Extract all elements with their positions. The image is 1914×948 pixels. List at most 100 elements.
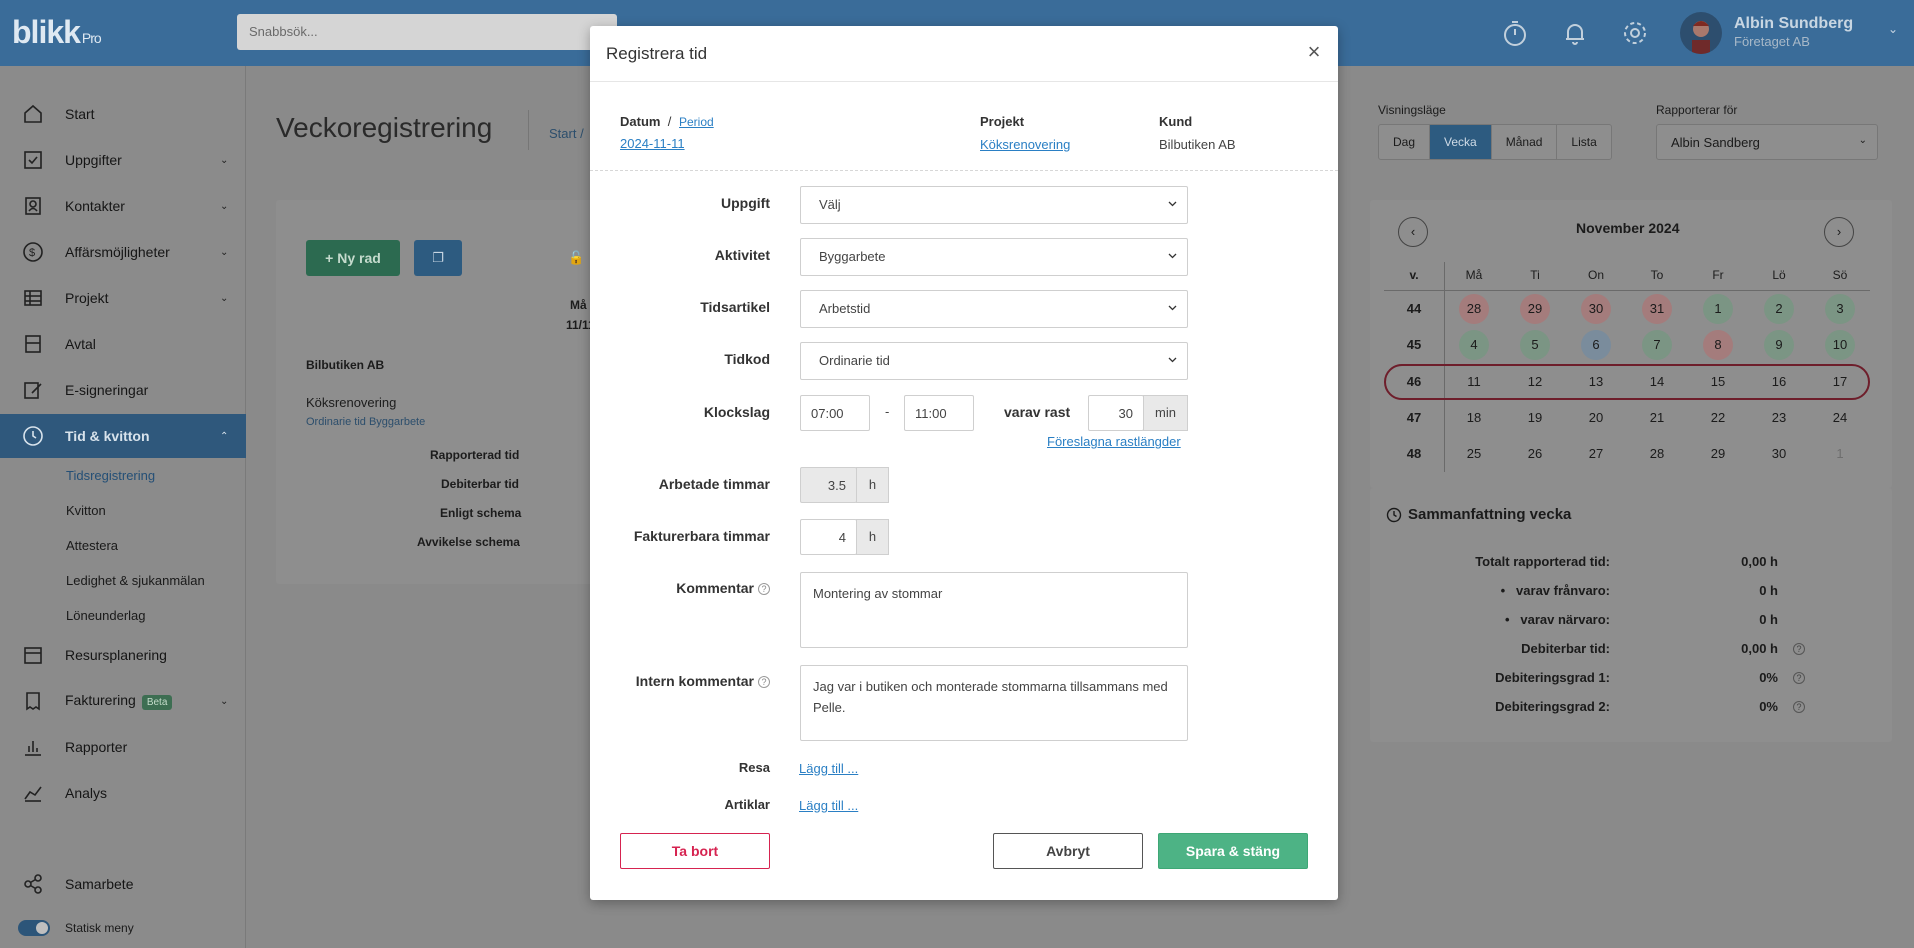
calendar-day[interactable]: 10 (1825, 330, 1855, 360)
chevron-down-icon[interactable]: ⌄ (1888, 22, 1898, 36)
sidebar-subitem-attestera[interactable]: Attestera (66, 538, 118, 553)
time-article-select[interactable]: Arbetstid (800, 290, 1188, 328)
help-icon[interactable]: ? (758, 676, 770, 688)
end-time-input[interactable]: 11:00 (904, 395, 974, 431)
comment-textarea[interactable]: Montering av stommar (800, 572, 1188, 648)
calendar-day[interactable]: 23 (1764, 403, 1794, 433)
sidebar-item-start[interactable]: Start (0, 92, 246, 136)
calendar-day[interactable]: 1 (1703, 294, 1733, 324)
break-minutes-input[interactable]: 30 (1088, 395, 1144, 431)
sidebar-item-avtal[interactable]: Avtal (0, 322, 246, 366)
calendar-day[interactable]: 24 (1825, 403, 1855, 433)
add-travel-link[interactable]: Lägg till ... (799, 761, 858, 776)
time-code-select[interactable]: Ordinarie tid (800, 342, 1188, 380)
calendar-day[interactable]: 3 (1825, 294, 1855, 324)
sidebar-item-tid-kvitton[interactable]: Tid & kvitton ⌃ (0, 414, 246, 458)
sidebar-item-samarbete[interactable]: Samarbete (0, 862, 246, 906)
help-icon[interactable]: ? (1793, 672, 1805, 684)
calendar-day[interactable]: 4 (1459, 330, 1489, 360)
start-time-input[interactable]: 07:00 (800, 395, 870, 431)
sidebar-subitem-tidsregistrering[interactable]: Tidsregistrering (66, 468, 155, 483)
calendar-day[interactable]: 20 (1581, 403, 1611, 433)
calendar-day[interactable]: 22 (1703, 403, 1733, 433)
calendar-day[interactable]: 6 (1581, 330, 1611, 360)
calendar-day[interactable]: 29 (1703, 439, 1733, 469)
help-icon[interactable]: ? (1793, 701, 1805, 713)
search-input[interactable]: Snabbsök... (237, 14, 617, 50)
view-day-button[interactable]: Dag (1379, 125, 1431, 159)
date-value-link[interactable]: 2024-11-11 (620, 136, 685, 151)
calendar-week-number[interactable]: 45 (1394, 337, 1434, 352)
project-name[interactable]: Köksrenovering (306, 395, 396, 410)
sidebar-item-affarsmojligheter[interactable]: $ Affärsmöjligheter ⌄ (0, 230, 246, 274)
calendar-day[interactable]: 9 (1764, 330, 1794, 360)
calendar-day[interactable]: 30 (1581, 294, 1611, 324)
sidebar-item-resursplanering[interactable]: Resursplanering (0, 633, 246, 677)
calendar-day[interactable]: 19 (1520, 403, 1550, 433)
delete-button[interactable]: Ta bort (620, 833, 770, 869)
calendar-day[interactable]: 26 (1520, 439, 1550, 469)
help-icon[interactable]: ? (1793, 643, 1805, 655)
avatar[interactable] (1680, 12, 1722, 54)
add-articles-link[interactable]: Lägg till ... (799, 798, 858, 813)
view-list-button[interactable]: Lista (1557, 125, 1610, 159)
lock-icon[interactable]: 🔓 (568, 250, 584, 266)
help-icon[interactable]: ? (758, 583, 770, 595)
billable-hours-input[interactable]: 4 (800, 519, 857, 555)
logo[interactable]: blikk Pro (12, 14, 102, 51)
sidebar-item-uppgifter[interactable]: Uppgifter ⌄ (0, 138, 246, 182)
calendar-day[interactable]: 21 (1642, 403, 1672, 433)
sidebar-subitem-kvitton[interactable]: Kvitton (66, 503, 106, 518)
chevron-down-icon: ⌄ (220, 200, 229, 212)
task-select[interactable]: Välj (800, 186, 1188, 224)
close-icon[interactable]: × (1304, 41, 1324, 63)
calendar-day[interactable]: 28 (1642, 439, 1672, 469)
calendar-day[interactable]: 7 (1642, 330, 1672, 360)
project-link[interactable]: Köksrenovering (980, 137, 1070, 152)
view-week-button[interactable]: Vecka (1430, 125, 1492, 159)
calendar-day[interactable]: 2 (1764, 294, 1794, 324)
calendar-week-number[interactable]: 47 (1394, 410, 1434, 425)
chevron-down-icon (1168, 357, 1177, 363)
calendar-week-number[interactable]: 48 (1394, 446, 1434, 461)
calendar-day[interactable]: 29 (1520, 294, 1550, 324)
calendar-day[interactable]: 5 (1520, 330, 1550, 360)
internal-comment-textarea[interactable]: Jag var i butiken och monterade stommarn… (800, 665, 1188, 741)
calendar-day[interactable]: 18 (1459, 403, 1489, 433)
calendar-prev-button[interactable]: ‹ (1398, 217, 1428, 247)
calendar-next-button[interactable]: › (1824, 217, 1854, 247)
row-tags[interactable]: Ordinarie tid Byggarbete (306, 416, 425, 428)
user-name[interactable]: Albin Sundberg (1734, 15, 1853, 33)
calendar-day[interactable]: 1 (1825, 439, 1855, 469)
timer-icon[interactable] (1500, 18, 1530, 48)
suggested-breaks-link[interactable]: Föreslagna rastlängder (1047, 434, 1181, 449)
calendar-day[interactable]: 8 (1703, 330, 1733, 360)
sidebar-item-e-signeringar[interactable]: E-signeringar (0, 368, 246, 412)
calendar-day[interactable]: 25 (1459, 439, 1489, 469)
sidebar-item-label: Tid & kvitton (65, 428, 150, 444)
sidebar-item-rapporter[interactable]: Rapporter (0, 725, 246, 769)
cancel-button[interactable]: Avbryt (993, 833, 1143, 869)
view-month-button[interactable]: Månad (1492, 125, 1558, 159)
reporting-for-select[interactable]: Albin Sandberg ⌄ (1656, 124, 1878, 160)
period-link[interactable]: Period (679, 115, 714, 129)
calendar-day[interactable]: 28 (1459, 294, 1489, 324)
breadcrumb[interactable]: Start / (549, 126, 584, 141)
sidebar-item-analys[interactable]: Analys (0, 771, 246, 815)
save-close-button[interactable]: Spara & stäng (1158, 833, 1308, 869)
sidebar-subitem-ledighet[interactable]: Ledighet & sjukanmälan (66, 573, 205, 588)
sidebar-item-projekt[interactable]: Projekt ⌄ (0, 276, 246, 320)
new-row-button[interactable]: + Ny rad (306, 240, 400, 276)
calendar-week-number[interactable]: 44 (1394, 301, 1434, 316)
static-menu-toggle[interactable] (18, 920, 50, 936)
calendar-day[interactable]: 31 (1642, 294, 1672, 324)
sidebar-item-kontakter[interactable]: Kontakter ⌄ (0, 184, 246, 228)
calendar-day[interactable]: 30 (1764, 439, 1794, 469)
calendar-day[interactable]: 27 (1581, 439, 1611, 469)
copy-button[interactable]: ❐ (414, 240, 462, 276)
gear-icon[interactable] (1620, 18, 1650, 48)
bell-icon[interactable] (1560, 18, 1590, 48)
sidebar-item-fakturering[interactable]: Fakturering Beta ⌄ (0, 679, 246, 723)
activity-select[interactable]: Byggarbete (800, 238, 1188, 276)
sidebar-subitem-loneunderlag[interactable]: Löneunderlag (66, 608, 146, 623)
